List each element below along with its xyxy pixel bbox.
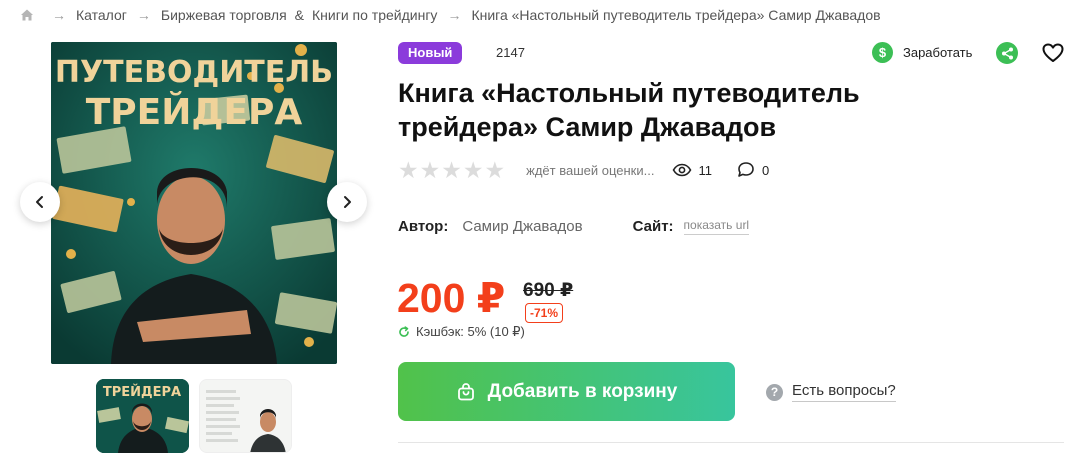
- cashback-info: Кэшбэк: 5% (10 ₽): [398, 324, 525, 340]
- questions-link[interactable]: ? Есть вопросы?: [766, 382, 896, 402]
- favorite-button[interactable]: [1041, 41, 1065, 65]
- cover-title-line1: ПУТЕВОДИТЕЛЬ: [55, 55, 333, 90]
- comments-value: 0: [761, 162, 770, 178]
- refresh-icon: [399, 326, 409, 337]
- divider: [398, 442, 1064, 443]
- share-icon: [1001, 47, 1013, 59]
- views-count: 11: [672, 163, 712, 178]
- star-icon[interactable]: ★: [398, 158, 419, 182]
- dollar-icon: $: [872, 42, 893, 63]
- breadcrumb-item-current: Книга «Настольный путеводитель трейдера»…: [471, 7, 881, 23]
- site-label: Сайт:: [632, 217, 674, 235]
- product-main-image[interactable]: ПУТЕВОДИТЕЛЬ ТРЕЙДЕРА: [51, 42, 337, 364]
- earn-button[interactable]: $ Заработать: [872, 42, 972, 63]
- comments-count[interactable]: 0: [736, 161, 769, 179]
- cashback-text: Кэшбэк: 5% (10 ₽): [416, 324, 525, 339]
- breadcrumb-item-exchange-trading[interactable]: Биржевая торговля: [161, 7, 287, 23]
- author-label: Автор:: [398, 217, 449, 235]
- rating-stars[interactable]: ★ ★ ★ ★ ★: [398, 158, 506, 182]
- discount-badge: -71%: [525, 303, 564, 323]
- add-to-cart-label: Добавить в корзину: [487, 380, 678, 402]
- star-icon[interactable]: ★: [441, 158, 462, 182]
- heart-icon: [1042, 43, 1064, 62]
- questions-label: Есть вопросы?: [792, 382, 896, 402]
- breadcrumb-arrow-icon: →: [447, 7, 462, 23]
- star-icon[interactable]: ★: [463, 158, 484, 182]
- breadcrumb-arrow-icon: →: [52, 7, 66, 23]
- breadcrumb-item-catalog[interactable]: Каталог: [76, 7, 127, 23]
- star-icon[interactable]: ★: [420, 158, 441, 182]
- breadcrumb-ampersand: &: [294, 7, 305, 23]
- bag-icon: [457, 382, 474, 400]
- add-to-cart-button[interactable]: Добавить в корзину: [398, 362, 735, 421]
- comment-icon: [738, 162, 754, 177]
- rating-row: ★ ★ ★ ★ ★ ждёт вашей оценки... 11 0: [398, 157, 769, 183]
- breadcrumb-item-trading-books[interactable]: Книги по трейдингу: [312, 7, 437, 23]
- cover-title-line2: ТРЕЙДЕРА: [86, 91, 303, 133]
- new-badge: Новый: [398, 42, 463, 64]
- show-url-link[interactable]: показать url: [683, 218, 750, 235]
- chevron-left-icon: [36, 196, 43, 208]
- star-icon[interactable]: ★: [485, 158, 506, 182]
- gallery-thumb-cover[interactable]: ТРЕЙДЕРА: [96, 379, 189, 453]
- views-value: 11: [698, 162, 712, 178]
- gallery-next-button[interactable]: [327, 182, 367, 222]
- thumb-cover-text: ТРЕЙДЕРА: [103, 384, 181, 400]
- breadcrumb: → Каталог → Биржевая торговля & Книги по…: [20, 5, 881, 25]
- author-row: Автор: Самир Джавадов Сайт: показать url: [398, 216, 750, 236]
- breadcrumb-arrow-icon: →: [136, 7, 151, 23]
- home-icon[interactable]: [20, 8, 34, 22]
- product-id: 2147: [496, 45, 525, 60]
- chevron-right-icon: [344, 196, 351, 208]
- eye-icon: [673, 163, 692, 177]
- earn-label: Заработать: [903, 45, 973, 60]
- question-icon: ?: [766, 383, 783, 401]
- rating-text: ждёт вашей оценки...: [526, 162, 655, 178]
- author-name[interactable]: Самир Джавадов: [462, 218, 582, 235]
- gallery-thumb-page[interactable]: [199, 379, 292, 453]
- current-price: 200 ₽: [397, 275, 506, 321]
- gallery-prev-button[interactable]: [20, 182, 60, 222]
- product-title: Книга «Настольный путеводитель трейдера»…: [398, 78, 860, 142]
- share-button[interactable]: [996, 42, 1018, 64]
- old-price: 690 ₽: [523, 280, 574, 301]
